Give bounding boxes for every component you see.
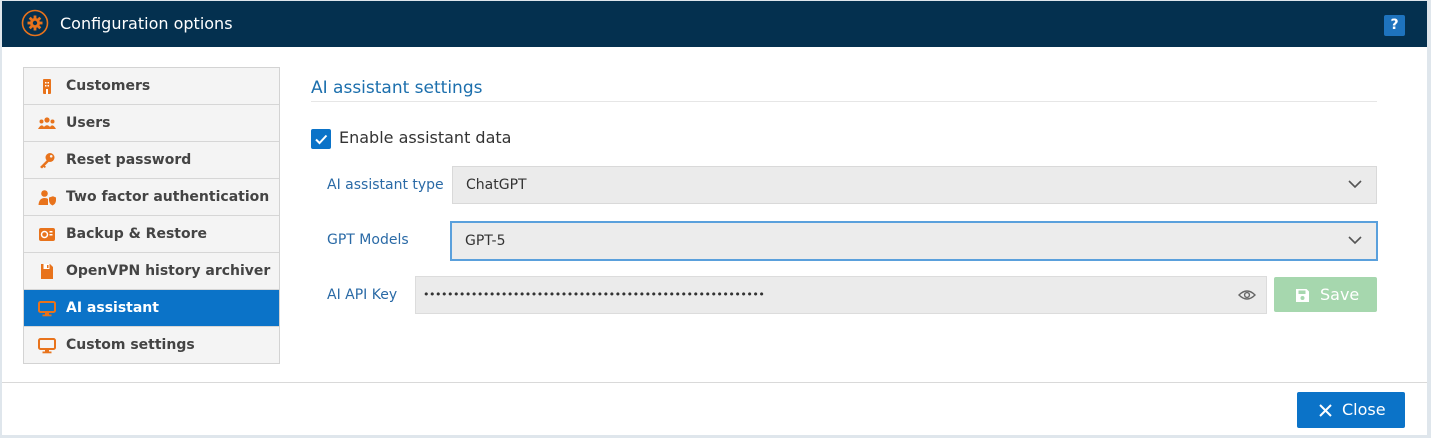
- dialog-title: Configuration options: [60, 14, 233, 33]
- monitor-icon: [38, 301, 56, 317]
- section-title: AI assistant settings: [311, 78, 483, 98]
- close-button[interactable]: Close: [1297, 392, 1405, 428]
- building-icon: [43, 79, 51, 94]
- gpt-models-select[interactable]: GPT-5: [450, 221, 1378, 261]
- api-key-label: AI API Key: [327, 287, 398, 303]
- sidebar-item-two-factor-authentication[interactable]: Two factor authentication: [24, 179, 279, 216]
- gear-icon: [21, 9, 49, 37]
- user-shield-icon: [38, 190, 56, 206]
- assistant-type-label: AI assistant type: [327, 177, 444, 193]
- key-icon: [40, 153, 55, 169]
- configuration-dialog: Configuration options ? Customers Users: [2, 1, 1427, 435]
- sidebar-item-label: Backup & Restore: [66, 226, 207, 242]
- floppy-disk-icon: [1296, 289, 1309, 302]
- monitor-icon: [38, 338, 56, 354]
- settings-sidebar: Customers Users Reset password Two facto…: [23, 67, 280, 364]
- sidebar-item-label: AI assistant: [66, 300, 159, 316]
- gpt-models-value: GPT-5: [465, 233, 506, 249]
- sidebar-item-openvpn-history-archiver[interactable]: OpenVPN history archiver: [24, 253, 279, 290]
- backup-icon: [39, 228, 55, 241]
- sidebar-item-label: Users: [66, 115, 111, 131]
- assistant-type-select[interactable]: ChatGPT: [452, 166, 1377, 204]
- sidebar-item-users[interactable]: Users: [24, 105, 279, 142]
- archive-icon: [41, 264, 53, 279]
- help-button[interactable]: ?: [1384, 15, 1405, 36]
- users-icon: [38, 117, 56, 129]
- checkmark-icon: [315, 134, 328, 145]
- save-button-label: Save: [1320, 285, 1360, 304]
- sidebar-item-backup-restore[interactable]: Backup & Restore: [24, 216, 279, 253]
- sidebar-item-reset-password[interactable]: Reset password: [24, 142, 279, 179]
- close-icon: [1319, 404, 1332, 417]
- sidebar-item-label: Customers: [66, 78, 151, 94]
- gpt-models-label: GPT Models: [327, 232, 409, 248]
- enable-assistant-label: Enable assistant data: [339, 128, 512, 147]
- close-button-label: Close: [1342, 400, 1386, 419]
- sidebar-item-label: OpenVPN history archiver: [66, 263, 271, 279]
- sidebar-item-ai-assistant[interactable]: AI assistant: [24, 290, 279, 327]
- title-bar: Configuration options ?: [2, 1, 1427, 47]
- chevron-down-icon: [1348, 236, 1362, 245]
- save-button[interactable]: Save: [1274, 277, 1377, 312]
- sidebar-item-custom-settings[interactable]: Custom settings: [24, 327, 279, 363]
- section-divider: [311, 101, 1377, 102]
- enable-assistant-checkbox[interactable]: [311, 129, 331, 149]
- eye-icon[interactable]: [1238, 288, 1256, 302]
- sidebar-item-customers[interactable]: Customers: [24, 68, 279, 105]
- api-key-input[interactable]: ••••••••••••••••••••••••••••••••••••••••…: [415, 276, 1267, 314]
- assistant-type-value: ChatGPT: [466, 177, 527, 193]
- footer-divider: [2, 382, 1427, 383]
- chevron-down-icon: [1348, 180, 1362, 189]
- sidebar-item-label: Reset password: [66, 152, 192, 168]
- sidebar-item-label: Custom settings: [66, 337, 195, 353]
- sidebar-item-label: Two factor authentication: [66, 189, 270, 205]
- api-key-value: ••••••••••••••••••••••••••••••••••••••••…: [423, 288, 765, 301]
